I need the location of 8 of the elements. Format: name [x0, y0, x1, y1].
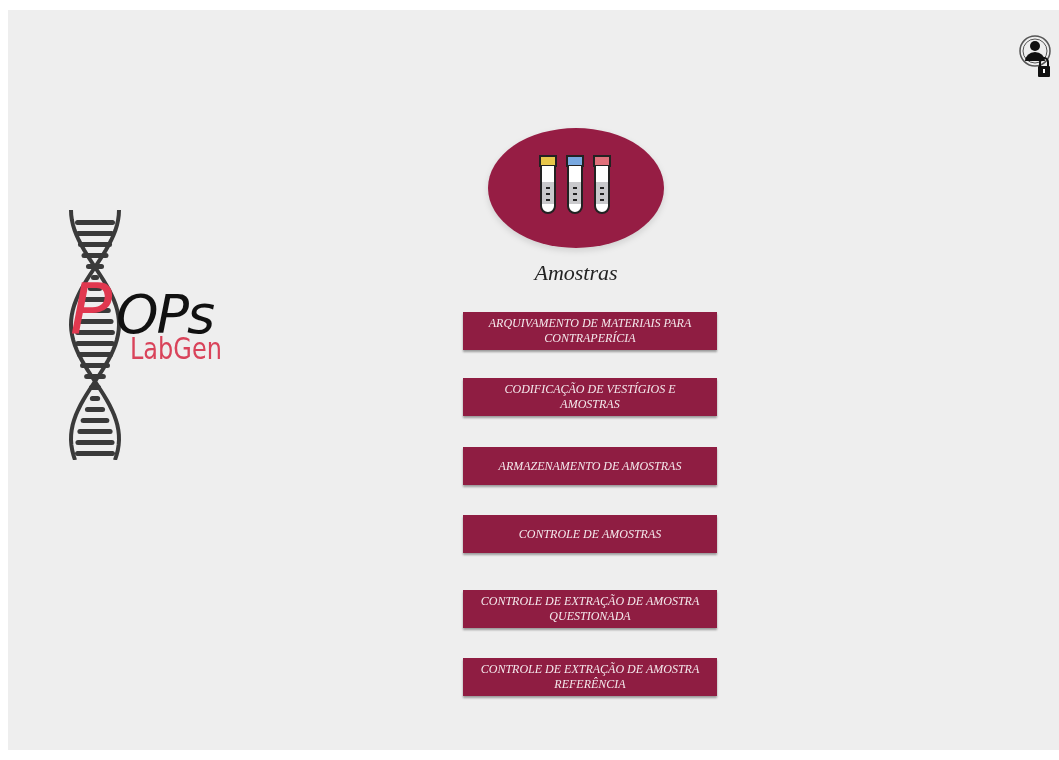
- menu-button[interactable]: CONTROLE DE EXTRAÇÃO DE AMOSTRA QUESTIONADA: [463, 590, 717, 628]
- menu-button[interactable]: CODIFICAÇÃO DE VESTÍGIOS E AMOSTRAS: [463, 378, 717, 416]
- menu-button[interactable]: ARMAZENAMENTO DE AMOSTRAS: [463, 447, 717, 485]
- menu-button[interactable]: CONTROLE DE AMOSTRAS: [463, 515, 717, 553]
- menu-button[interactable]: ARQUIVAMENTO DE MATERIAIS PARA CONTRAPERÍCIA: [463, 312, 717, 350]
- section-title: Amostras: [534, 262, 618, 284]
- test-tubes-icon: [488, 128, 664, 248]
- menu-button[interactable]: CONTROLE DE EXTRAÇÃO DE AMOSTRA REFERÊNCIA: [463, 658, 717, 696]
